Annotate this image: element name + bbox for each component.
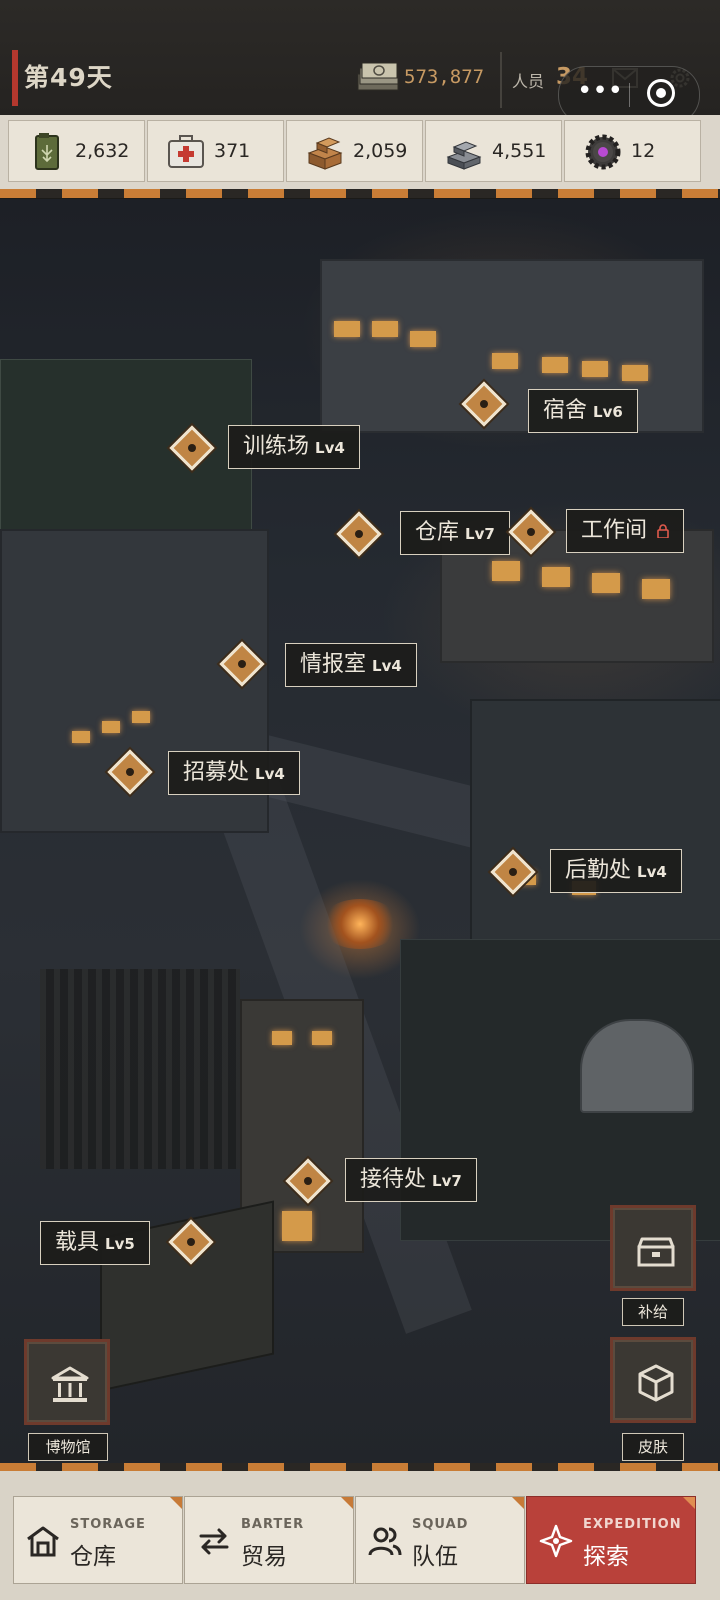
nav-expedition[interactable]: EXPEDITION 探索 xyxy=(526,1496,696,1584)
supply-box-icon xyxy=(637,1237,675,1267)
logistics-marker[interactable] xyxy=(490,849,536,895)
dorm-building xyxy=(320,259,704,433)
vehicle-marker[interactable] xyxy=(168,1219,214,1265)
intel-level: Lv4 xyxy=(372,657,402,675)
museum-button[interactable] xyxy=(24,1339,110,1425)
workshop-label[interactable]: 工作间 xyxy=(566,509,685,553)
steel-ingot-icon xyxy=(446,141,482,170)
recruit-marker[interactable] xyxy=(107,749,153,795)
nav-squad-en: SQUAD xyxy=(412,1517,469,1532)
supply-button[interactable] xyxy=(610,1205,696,1291)
intel-marker[interactable] xyxy=(219,641,265,687)
workshop-marker[interactable] xyxy=(508,509,554,555)
greenhouse xyxy=(580,1019,694,1113)
personnel-label: 人员 xyxy=(512,72,545,91)
museum-icon xyxy=(51,1366,89,1402)
recruit-level: Lv4 xyxy=(255,765,285,783)
medkit-icon xyxy=(168,135,204,168)
steel-value: 4,551 xyxy=(492,140,547,162)
gate-fence xyxy=(40,969,240,1169)
supply-label: 补给 xyxy=(622,1298,684,1326)
cash-stack-icon xyxy=(357,62,399,91)
intel-label[interactable]: 情报室 Lv4 xyxy=(285,643,417,687)
vehicle-label[interactable]: 载具 Lv5 xyxy=(40,1221,150,1265)
hazard-stripe-top xyxy=(0,189,720,198)
day-accent-bar xyxy=(12,50,18,106)
warehouse-level: Lv7 xyxy=(465,525,495,543)
resource-fuel[interactable]: 2,632 xyxy=(8,120,145,182)
skins-button[interactable] xyxy=(610,1337,696,1423)
training-label[interactable]: 训练场 Lv4 xyxy=(228,425,360,469)
medkit-value: 371 xyxy=(214,140,251,162)
dorm-name: 宿舍 xyxy=(543,398,588,423)
vehicle-name: 载具 xyxy=(55,1230,100,1255)
nav-squad-cn: 队伍 xyxy=(412,1544,458,1570)
resource-steel[interactable]: 4,551 xyxy=(425,120,562,182)
logistics-name: 后勤处 xyxy=(565,858,632,883)
compass-star-icon xyxy=(539,1524,573,1558)
nav-barter-en: BARTER xyxy=(241,1517,305,1532)
resource-medkit[interactable]: 371 xyxy=(147,120,284,182)
wood-value: 2,059 xyxy=(353,140,408,162)
logistics-level: Lv4 xyxy=(637,863,667,881)
skins-label: 皮肤 xyxy=(622,1433,684,1461)
more-menu-button[interactable]: ••• xyxy=(577,78,623,107)
fuel-can-icon xyxy=(35,133,59,170)
logistics-label[interactable]: 后勤处 Lv4 xyxy=(550,849,682,893)
nav-expedition-en: EXPEDITION xyxy=(583,1517,682,1532)
resource-gear[interactable]: 12 xyxy=(564,120,701,182)
recruit-label[interactable]: 招募处 Lv4 xyxy=(168,751,300,795)
nav-expedition-cn: 探索 xyxy=(583,1544,629,1570)
training-marker[interactable] xyxy=(169,425,215,471)
day-counter: 第49天 xyxy=(24,63,113,92)
fuel-value: 2,632 xyxy=(75,140,130,162)
nav-squad[interactable]: SQUAD 队伍 xyxy=(355,1496,525,1584)
exchange-arrows-icon xyxy=(199,1528,229,1555)
warehouse-name: 仓库 xyxy=(415,520,460,545)
reception-level: Lv7 xyxy=(432,1172,462,1190)
nav-barter[interactable]: BARTER 贸易 xyxy=(184,1496,354,1584)
cube-icon xyxy=(638,1364,674,1402)
recruit-name: 招募处 xyxy=(183,760,250,785)
warehouse-icon xyxy=(27,1526,59,1557)
nav-storage-cn: 仓库 xyxy=(70,1544,116,1570)
reception-marker[interactable] xyxy=(285,1158,331,1204)
campfire xyxy=(320,899,400,949)
dorm-marker[interactable] xyxy=(461,381,507,427)
lock-icon xyxy=(657,524,669,538)
gear-part-value: 12 xyxy=(631,140,656,162)
warehouse-marker[interactable] xyxy=(336,511,382,557)
vehicle-level: Lv5 xyxy=(105,1235,135,1253)
nav-storage[interactable]: STORAGE 仓库 xyxy=(13,1496,183,1584)
nav-storage-en: STORAGE xyxy=(70,1517,146,1532)
intel-name: 情报室 xyxy=(300,652,367,677)
close-miniprogram-button[interactable] xyxy=(647,79,675,107)
gear-part-icon xyxy=(585,134,621,170)
warehouse-label[interactable]: 仓库 Lv7 xyxy=(400,511,510,555)
workshop-name: 工作间 xyxy=(581,518,648,543)
capsule-divider xyxy=(629,83,630,107)
nav-barter-cn: 贸易 xyxy=(241,1544,287,1570)
training-name: 训练场 xyxy=(243,434,310,459)
header-divider xyxy=(500,52,502,108)
wood-planks-icon xyxy=(307,137,343,170)
reception-label[interactable]: 接待处 Lv7 xyxy=(345,1158,477,1202)
resource-wood[interactable]: 2,059 xyxy=(286,120,423,182)
cash-value: 573,877 xyxy=(404,66,485,88)
logistics-building xyxy=(470,699,720,943)
dorm-label[interactable]: 宿舍 Lv6 xyxy=(528,389,638,433)
people-icon xyxy=(368,1527,402,1556)
reception-name: 接待处 xyxy=(360,1167,427,1192)
museum-label: 博物馆 xyxy=(28,1433,108,1461)
dorm-level: Lv6 xyxy=(593,403,623,421)
training-level: Lv4 xyxy=(315,439,345,457)
